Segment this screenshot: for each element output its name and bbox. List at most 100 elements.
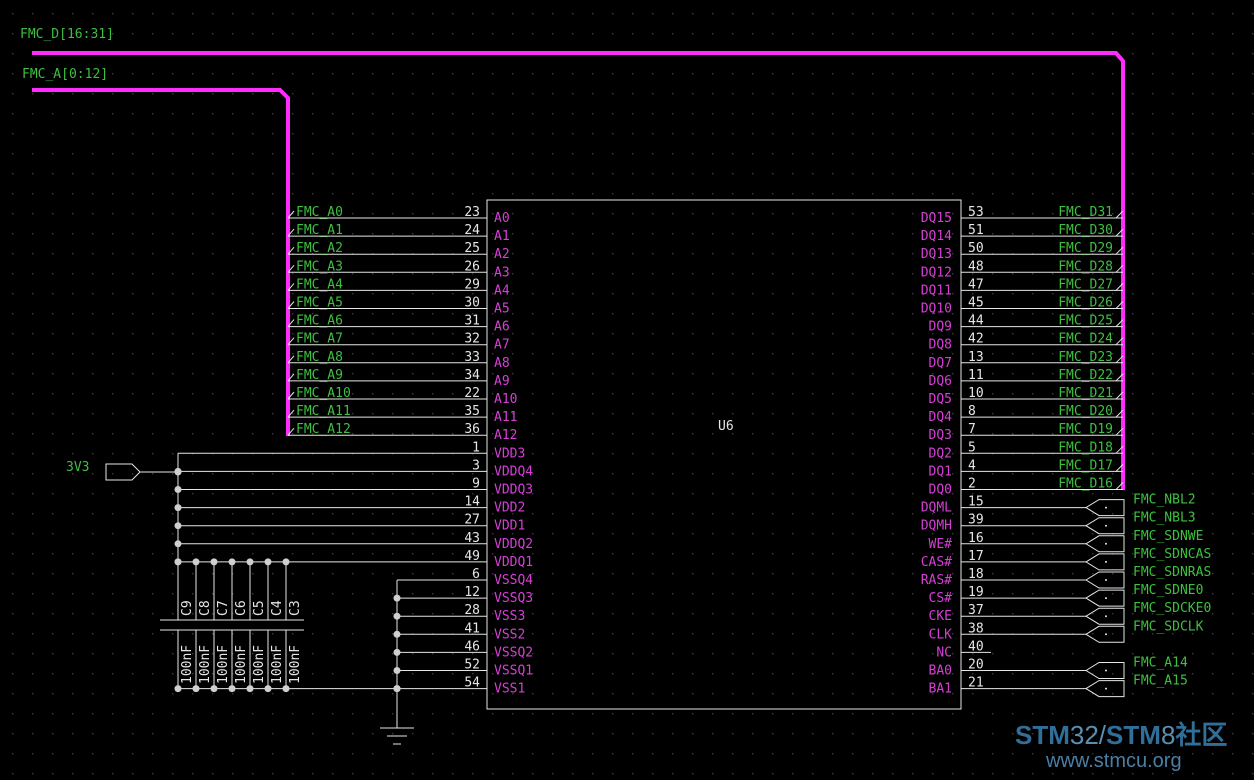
pin-name: DQ11 [921, 283, 952, 298]
net-label: FMC_A11 [296, 404, 351, 419]
pin-number: 37 [968, 603, 984, 618]
pin-number: 24 [464, 223, 480, 238]
pin-number: 5 [968, 440, 976, 455]
bus-label-addr: FMC_A[0:12] [22, 67, 108, 82]
power-port-label: 3V3 [66, 460, 89, 475]
pin-name: VDD1 [494, 519, 525, 534]
cap-value: 100nF [234, 645, 249, 684]
net-label: FMC_A5 [296, 296, 343, 311]
pin-name: VSS2 [494, 627, 525, 642]
pin-number: 36 [464, 422, 480, 437]
schematic-canvas: FMC_D[16:31] FMC_A[0:12] U6 FMC_A0 23 A0FM… [0, 0, 1254, 780]
junction-dot [210, 558, 218, 566]
pin-name: CAS# [921, 555, 952, 570]
pin-number: 11 [968, 368, 984, 383]
pin-name: DQ0 [929, 483, 952, 498]
svg-text:www.stmcu.org: www.stmcu.org [1045, 750, 1182, 772]
net-label: FMC_A14 [1133, 656, 1188, 671]
pin-number: 44 [968, 314, 984, 329]
pin-name: VDD2 [494, 501, 525, 516]
net-label: FMC_D26 [1058, 296, 1113, 311]
pin-name: A6 [494, 320, 510, 335]
chip-ref: U6 [718, 419, 734, 434]
pin-number: 49 [464, 549, 480, 564]
port-dot [1105, 615, 1107, 618]
junction-dot [393, 648, 401, 656]
junction-dot [264, 685, 272, 693]
pin-name: DQ13 [921, 247, 952, 262]
net-label: FMC_D21 [1058, 386, 1113, 401]
net-label: FMC_A7 [296, 332, 343, 347]
pin-number: 48 [968, 259, 984, 274]
pin-number: 28 [464, 603, 480, 618]
junction-dot [210, 685, 218, 693]
pin-number: 43 [464, 531, 480, 546]
cap-value: 100nF [252, 645, 267, 684]
pin-name: VDDQ3 [494, 483, 533, 498]
port-dot [1105, 524, 1107, 527]
pin-number: 30 [464, 296, 480, 311]
pin-number: 25 [464, 241, 480, 256]
net-label: FMC_D17 [1058, 458, 1113, 473]
pin-name: VDD3 [494, 446, 525, 461]
pin-number: 19 [968, 585, 984, 600]
net-label: FMC_SDNWE [1133, 529, 1203, 544]
pin-name: DQ15 [921, 211, 952, 226]
pin-number: 54 [464, 676, 480, 691]
svg-text:STM32/STM8社区: STM32/STM8社区 [1015, 720, 1227, 750]
junction-dot [174, 685, 182, 693]
cap-value: 100nF [198, 645, 213, 684]
pin-name: A4 [494, 283, 510, 298]
pin-number: 38 [968, 621, 984, 636]
net-label: FMC_A10 [296, 386, 351, 401]
pin-number: 9 [472, 477, 480, 492]
pin-number: 51 [968, 223, 984, 238]
pin-name: DQ3 [929, 428, 952, 443]
pin-number: 32 [464, 332, 480, 347]
pin-number: 13 [968, 350, 984, 365]
cap-ref: C8 [198, 600, 213, 616]
pin-number: 10 [968, 386, 984, 401]
net-label: FMC_D24 [1058, 332, 1113, 347]
pin-number: 3 [472, 458, 480, 473]
net-label: FMC_D19 [1058, 422, 1113, 437]
pin-name: A7 [494, 338, 510, 353]
pin-name: A3 [494, 265, 510, 280]
net-label: FMC_NBL2 [1133, 493, 1196, 508]
pin-number: 12 [464, 585, 480, 600]
net-label: FMC_D31 [1058, 205, 1113, 220]
junction-dot [192, 685, 200, 693]
pin-name: CKE [929, 609, 952, 624]
pin-name: DQ10 [921, 302, 952, 317]
pin-name: DQ1 [929, 464, 952, 479]
cap-ref: C3 [288, 600, 303, 616]
net-label: FMC_SDCKE0 [1133, 601, 1211, 616]
net-label: FMC_A12 [296, 422, 351, 437]
pin-name: DQ7 [929, 356, 952, 371]
net-label: FMC_D25 [1058, 314, 1113, 329]
cap-value: 100nF [216, 645, 231, 684]
pin-name: A1 [494, 229, 510, 244]
net-label: FMC_SDCLK [1133, 619, 1204, 634]
pin-number: 53 [968, 205, 984, 220]
junction-dot [393, 667, 401, 674]
junction-dot [393, 685, 401, 693]
pin-number: 42 [968, 332, 984, 347]
net-label: FMC_D22 [1058, 368, 1113, 383]
pin-number: 4 [968, 458, 976, 473]
pin-name: A9 [494, 374, 510, 389]
net-label: FMC_A3 [296, 259, 343, 274]
pin-name: A0 [494, 211, 510, 226]
pin-name: VDDQ4 [494, 464, 533, 479]
port-dot [1105, 669, 1107, 672]
pin-number: 29 [464, 277, 480, 292]
junction-dot [246, 558, 254, 566]
pin-number: 21 [968, 676, 984, 691]
pin-number: 8 [968, 404, 976, 419]
pin-number: 17 [968, 549, 984, 564]
net-label: FMC_D18 [1058, 440, 1113, 455]
port-dot [1105, 633, 1107, 636]
pin-name: VSSQ2 [494, 645, 533, 660]
pin-number: 34 [464, 368, 480, 383]
pin-name: VSSQ1 [494, 664, 533, 679]
